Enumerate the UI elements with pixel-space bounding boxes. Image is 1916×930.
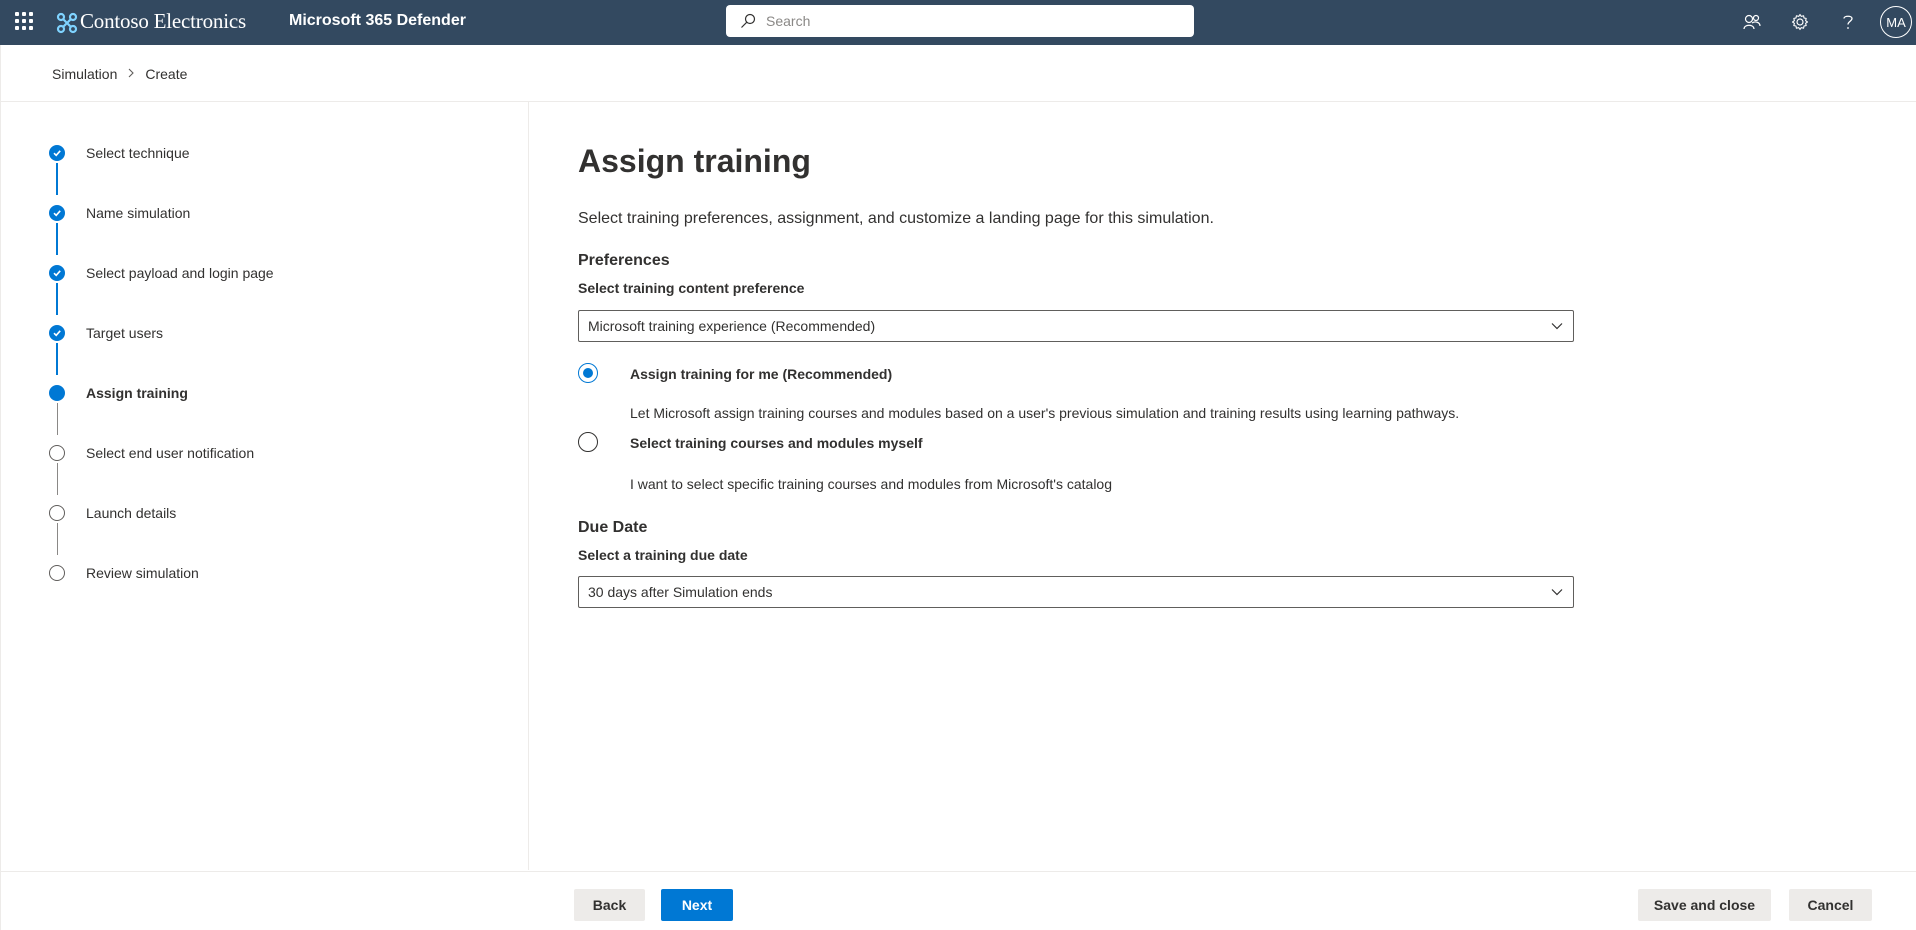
- search-box[interactable]: [726, 5, 1194, 37]
- wizard-step[interactable]: Review simulation: [49, 565, 199, 581]
- top-bar: Contoso Electronics Microsoft 365 Defend…: [0, 0, 1916, 45]
- avatar[interactable]: MA: [1880, 6, 1912, 38]
- step-connector: [56, 343, 58, 375]
- radio-assign-for-me[interactable]: [578, 363, 598, 383]
- product-name[interactable]: Microsoft 365 Defender: [289, 12, 466, 30]
- wizard-step[interactable]: Select payload and login page: [49, 265, 274, 281]
- due-date-heading: Due Date: [578, 519, 648, 536]
- wizard-step[interactable]: Select end user notification: [49, 445, 254, 461]
- due-date-dropdown[interactable]: 30 days after Simulation ends: [578, 576, 1574, 608]
- gear-icon[interactable]: [1788, 10, 1812, 34]
- wizard-step-label: Assign training: [86, 385, 188, 401]
- search-input[interactable]: [766, 13, 1166, 29]
- brand-name[interactable]: Contoso Electronics: [80, 9, 246, 34]
- step-connector: [56, 223, 58, 255]
- pending-step-icon: [49, 565, 65, 581]
- step-connector: [56, 523, 58, 555]
- checkmark-icon: [49, 205, 65, 221]
- cancel-button[interactable]: Cancel: [1789, 889, 1872, 921]
- content-preference-dropdown[interactable]: Microsoft training experience (Recommend…: [578, 310, 1574, 342]
- wizard-step[interactable]: Launch details: [49, 505, 176, 521]
- chevron-right-icon: [127, 67, 135, 81]
- brand-logo-icon: [56, 12, 78, 34]
- wizard-step[interactable]: Select technique: [49, 145, 190, 161]
- next-button[interactable]: Next: [661, 889, 733, 921]
- wizard-step-label: Launch details: [86, 505, 177, 521]
- help-icon[interactable]: [1836, 10, 1860, 34]
- save-and-close-button[interactable]: Save and close: [1638, 889, 1771, 921]
- step-connector: [56, 283, 58, 315]
- wizard-step-label: Select technique: [86, 145, 190, 161]
- pending-step-icon: [49, 445, 65, 461]
- app-launcher-icon[interactable]: [14, 11, 33, 30]
- wizard-step[interactable]: Name simulation: [49, 205, 190, 221]
- wizard-step-label: Select payload and login page: [86, 265, 274, 281]
- checkmark-icon: [49, 325, 65, 341]
- content-preference-label: Select training content preference: [578, 280, 805, 296]
- page-title: Assign training: [578, 143, 811, 179]
- pending-step-icon: [49, 505, 65, 521]
- current-step-icon: [49, 385, 65, 401]
- radio-button[interactable]: [578, 363, 598, 383]
- wizard-step-label: Target users: [86, 325, 164, 341]
- community-icon[interactable]: [1740, 10, 1764, 34]
- breadcrumb: Simulation Create: [52, 66, 187, 82]
- preferences-heading: Preferences: [578, 252, 670, 269]
- step-connector: [56, 463, 58, 495]
- back-button[interactable]: Back: [574, 889, 645, 921]
- content-preference-value: Microsoft training experience (Recommend…: [588, 318, 876, 334]
- breadcrumb-simulation[interactable]: Simulation: [52, 66, 117, 82]
- radio-button[interactable]: [578, 432, 598, 452]
- wizard-step[interactable]: Target users: [49, 325, 163, 341]
- wizard-step-label: Review simulation: [86, 565, 199, 581]
- search-icon: [741, 13, 756, 28]
- radio-select-myself[interactable]: [578, 432, 598, 452]
- step-connector: [56, 403, 58, 435]
- step-connector: [56, 163, 58, 195]
- checkmark-icon: [49, 145, 65, 161]
- checkmark-icon: [49, 265, 65, 281]
- radio-select-myself-label[interactable]: Select training courses and modules myse…: [630, 435, 923, 451]
- page-subtitle: Select training preferences, assignment,…: [578, 210, 1214, 227]
- breadcrumb-create[interactable]: Create: [145, 66, 187, 82]
- radio-assign-for-me-label[interactable]: Assign training for me (Recommended): [630, 366, 892, 382]
- chevron-down-icon: [1551, 589, 1563, 596]
- due-date-label: Select a training due date: [578, 547, 748, 563]
- radio-assign-for-me-description: Let Microsoft assign training courses an…: [630, 405, 1460, 421]
- wizard-step-label: Name simulation: [86, 205, 191, 221]
- due-date-value: 30 days after Simulation ends: [588, 584, 773, 600]
- footer-divider: [0, 871, 1916, 872]
- radio-select-myself-description: I want to select specific training cours…: [630, 476, 1112, 492]
- wizard-step-label: Select end user notification: [86, 445, 255, 461]
- wizard-step[interactable]: Assign training: [49, 385, 188, 401]
- wizard-steps-pane: Select technique Name simulation Select pa…: [0, 102, 529, 870]
- chevron-down-icon: [1551, 323, 1563, 330]
